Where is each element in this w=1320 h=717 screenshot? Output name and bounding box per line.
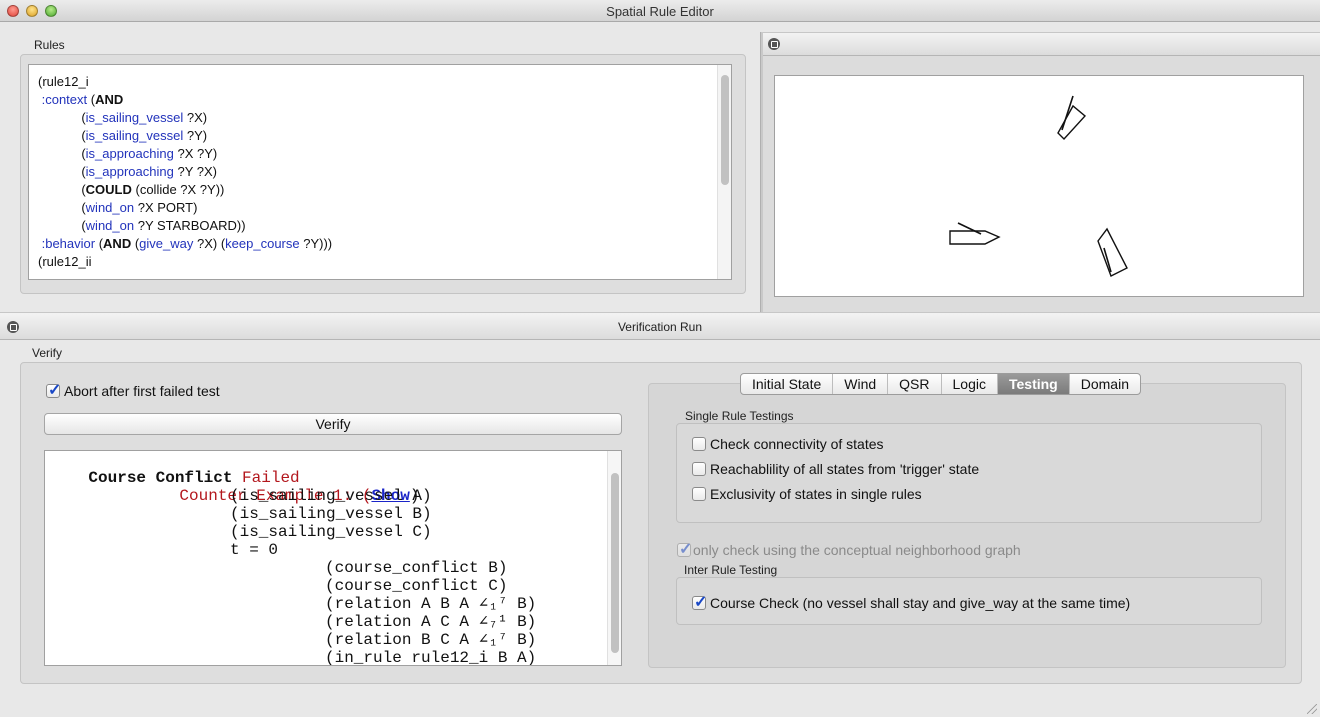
rules-code-line: (is_approaching ?X ?Y) xyxy=(38,145,332,163)
single-rule-checkbox[interactable] xyxy=(692,487,706,501)
single-rule-title: Single Rule Testings xyxy=(685,409,794,423)
rules-code-token: wind_on xyxy=(85,218,135,233)
rules-code-token: ?Y STARBOARD)) xyxy=(134,218,246,233)
state-line: (course_conflict B) xyxy=(325,559,508,577)
rules-code-token: ?X ?Y) xyxy=(173,146,218,161)
vessel-icon[interactable] xyxy=(1057,95,1087,141)
rules-code-token: ( xyxy=(95,236,104,251)
rules-code-token: COULD xyxy=(85,182,132,197)
verify-label: Verify xyxy=(32,346,63,360)
single-rule-checkbox[interactable] xyxy=(692,437,706,451)
rules-code-line: (rule12_i xyxy=(38,73,332,91)
abort-checkbox-label: Abort after first failed test xyxy=(64,383,220,399)
rules-code-line: (is_approaching ?Y ?X) xyxy=(38,163,332,181)
tab-qsr[interactable]: QSR xyxy=(888,374,942,394)
tab-initial-state[interactable]: Initial State xyxy=(741,374,834,394)
rules-code-token: ?X) ( xyxy=(193,236,226,251)
rules-code-token: ?Y) xyxy=(183,128,208,143)
rules-code-line: (is_sailing_vessel ?X) xyxy=(38,109,332,127)
rules-code-token: ( xyxy=(38,200,86,215)
rules-code-line: :behavior (AND (give_way ?X) (keep_cours… xyxy=(38,235,333,253)
rules-code-token: (rule12_i xyxy=(38,74,89,89)
rules-code-token: ?Y ?X) xyxy=(173,164,217,179)
rules-code-token: is_approaching xyxy=(85,164,174,179)
single-rule-label: Check connectivity of states xyxy=(710,436,884,452)
verify-button[interactable]: Verify xyxy=(44,413,622,435)
state-line: (relation A B A ∠₁⁷ B) xyxy=(325,595,537,613)
cng-checkbox-label: only check using the conceptual neighbor… xyxy=(693,542,1021,558)
rules-code-token: ( xyxy=(87,92,96,107)
abort-checkbox[interactable] xyxy=(46,380,61,400)
rules-code-token: ?X PORT) xyxy=(134,200,198,215)
drawing-pane-header xyxy=(763,32,1320,56)
tab-logic[interactable]: Logic xyxy=(942,374,998,394)
rules-code-token: AND xyxy=(103,236,132,251)
state-line: (relation A C A ∠₇¹ B) xyxy=(325,613,537,631)
output-line: (is_sailing_vessel A) xyxy=(230,487,432,505)
output-lines: (is_sailing_vessel A) (is_sailing_vessel … xyxy=(230,487,432,559)
rules-code-token: ( xyxy=(38,182,86,197)
rules-code-line: (is_sailing_vessel ?Y) xyxy=(38,127,332,145)
rules-code-token: is_sailing_vessel xyxy=(85,128,184,143)
output-scrollbar[interactable] xyxy=(607,451,621,665)
rules-code-token: ( xyxy=(38,128,86,143)
drawing-svg xyxy=(949,95,1128,277)
single-rule-label: Reachablility of all states from 'trigge… xyxy=(710,461,980,477)
rules-code-token: ?Y))) xyxy=(299,236,333,251)
rules-scrollbar[interactable] xyxy=(717,65,731,279)
output-line: (is_sailing_vessel C) xyxy=(230,523,432,541)
vessel-icon[interactable] xyxy=(949,222,1001,245)
vessel-icon[interactable] xyxy=(1097,227,1128,277)
drawing-canvas[interactable] xyxy=(774,75,1304,297)
rules-label: Rules xyxy=(34,38,65,52)
state-line: (relation B C A ∠₁⁷ B) xyxy=(325,631,537,649)
cng-checkbox[interactable] xyxy=(677,539,692,559)
verification-header: Verification Run xyxy=(0,312,1320,340)
state-line: (in_rule rule12_i B A) xyxy=(325,649,537,666)
tab-bar: Initial State Wind QSR Logic Testing Domain xyxy=(740,373,1141,395)
rules-code[interactable]: (rule12_i :context (AND (is_sailing_vess… xyxy=(38,73,332,271)
rules-code-line: (wind_on ?Y STARBOARD)) xyxy=(38,217,332,235)
tab-domain[interactable]: Domain xyxy=(1070,374,1140,394)
output-line: t = 0 xyxy=(230,541,279,559)
output-scroll-thumb[interactable] xyxy=(611,473,619,653)
tab-wind[interactable]: Wind xyxy=(833,374,889,394)
course-check-checkbox[interactable] xyxy=(692,592,707,612)
window-title: Spatial Rule Editor xyxy=(606,4,714,19)
rules-code-line: (rule12_ii xyxy=(38,253,332,271)
tab-testing[interactable]: Testing xyxy=(997,374,1070,394)
rules-scroll-thumb[interactable] xyxy=(721,75,729,185)
title-bar: Spatial Rule Editor xyxy=(0,0,1320,22)
rules-code-token: give_way xyxy=(139,236,194,251)
state-line: (course_conflict C) xyxy=(325,577,508,595)
verify-output[interactable]: Course Conflict Failed Counter Example 1… xyxy=(44,450,622,666)
rules-code-token: is_sailing_vessel xyxy=(85,110,184,125)
rules-code-token: AND xyxy=(95,92,124,107)
rules-code-token: :behavior xyxy=(38,236,96,251)
rules-code-line: (wind_on ?X PORT) xyxy=(38,199,332,217)
rules-code-token: ( xyxy=(38,146,86,161)
rules-code-token: (rule12_ii xyxy=(38,254,92,269)
rules-code-token: wind_on xyxy=(85,200,135,215)
rules-code-token: ?X) xyxy=(183,110,208,125)
verification-title: Verification Run xyxy=(617,320,703,334)
rules-code-line: :context (AND xyxy=(38,91,332,109)
rules-code-token: ( xyxy=(131,236,140,251)
course-check-label: Course Check (no vessel shall stay and g… xyxy=(710,595,1131,611)
state-lines: (course_conflict B) (course_conflict C) (r… xyxy=(325,559,537,666)
rules-code-token: ( xyxy=(38,218,86,233)
rules-code-line: (COULD (collide ?X ?Y)) xyxy=(38,181,332,199)
detach-icon[interactable] xyxy=(768,38,780,50)
rules-code-token: :context xyxy=(38,92,88,107)
rules-code-token: (collide ?X ?Y)) xyxy=(131,182,225,197)
single-rule-label: Exclusivity of states in single rules xyxy=(710,486,922,502)
inter-rule-title: Inter Rule Testing xyxy=(684,563,778,577)
output-line: (is_sailing_vessel B) xyxy=(230,505,432,523)
rules-code-token: ( xyxy=(38,164,86,179)
resize-grip[interactable] xyxy=(1307,704,1317,714)
rules-code-token: ( xyxy=(38,110,86,125)
rules-code-token: keep_course xyxy=(225,236,300,251)
single-rule-checkbox[interactable] xyxy=(692,462,706,476)
rules-code-token: is_approaching xyxy=(85,146,174,161)
